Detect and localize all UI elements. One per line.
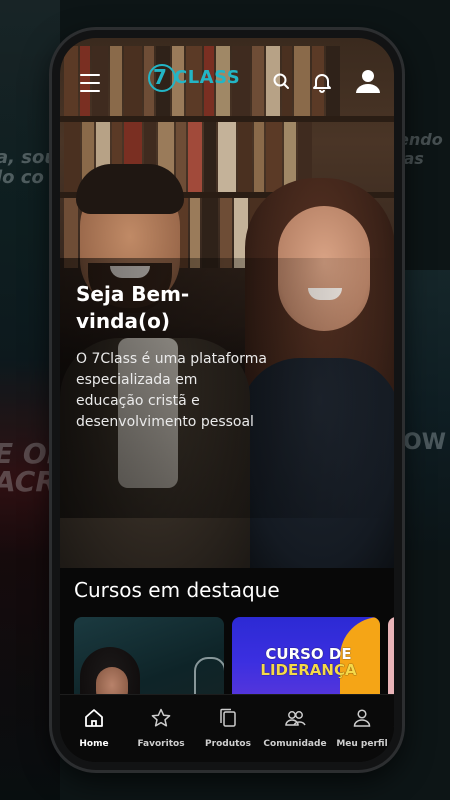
top-bar: 7 CLASS <box>60 38 394 118</box>
users-icon <box>285 711 306 726</box>
logo-text: CLASS <box>174 67 241 88</box>
bell-icon[interactable] <box>308 68 336 96</box>
nav-item-comunidade[interactable]: Comunidade <box>261 695 329 762</box>
background-panel-right <box>398 270 450 550</box>
background-decor-text: a, sou lo co <box>0 147 58 188</box>
nav-item-produtos[interactable]: Produtos <box>194 695 262 762</box>
star-icon <box>151 708 171 727</box>
copy-icon <box>220 708 236 727</box>
nav-item-meu-perfil[interactable]: Meu perfil <box>328 695 394 762</box>
hero-description: O 7Class é uma plataforma especializada … <box>76 349 296 433</box>
phone-frame: 7 CLASS Seja Bem- vinda(o) O 7Class é um… <box>52 30 402 770</box>
nav-label: Home <box>79 739 109 749</box>
bottom-navigation: Home Favoritos Produtos Comunidade Meu p… <box>60 694 394 762</box>
hero-description-line: O 7Class é uma plataforma <box>76 351 267 367</box>
nav-label: Meu perfil <box>336 739 388 749</box>
search-icon[interactable] <box>268 68 296 96</box>
nav-label: Favoritos <box>137 739 185 749</box>
course-title-line2: LIDERANÇA <box>260 661 357 679</box>
logo-number: 7 <box>153 65 167 89</box>
hero-title: Seja Bem- vinda(o) <box>76 281 286 335</box>
nav-item-home[interactable]: Home <box>60 695 128 762</box>
course-title-line1: CURSO DE <box>265 645 352 663</box>
brand-logo[interactable]: 7 CLASS <box>148 64 241 100</box>
home-icon <box>85 709 103 727</box>
hero-description-line: especializada em <box>76 372 198 388</box>
hero-description-line: desenvolvimento pessoal <box>76 414 254 430</box>
section-title: Cursos em destaque <box>74 578 280 602</box>
app-screen: 7 CLASS Seja Bem- vinda(o) O 7Class é um… <box>60 38 394 762</box>
hero-title-line2: vinda(o) <box>76 309 170 333</box>
hero-description-line: educação cristã e <box>76 393 200 409</box>
nav-item-favoritos[interactable]: Favoritos <box>127 695 195 762</box>
background-decor-text: OW <box>403 430 446 455</box>
person-left-hair <box>76 164 184 214</box>
course-card-title: CURSO DE LIDERANÇA <box>246 646 371 678</box>
nav-label: Produtos <box>205 739 251 749</box>
hamburger-menu-icon[interactable] <box>80 74 100 92</box>
profile-avatar-icon[interactable] <box>352 65 384 97</box>
nav-label: Comunidade <box>263 739 327 749</box>
user-icon <box>353 709 371 727</box>
hero-title-line1: Seja Bem- <box>76 282 190 306</box>
background-decor-text: endo las <box>398 130 443 168</box>
background-panel-left <box>0 0 60 800</box>
